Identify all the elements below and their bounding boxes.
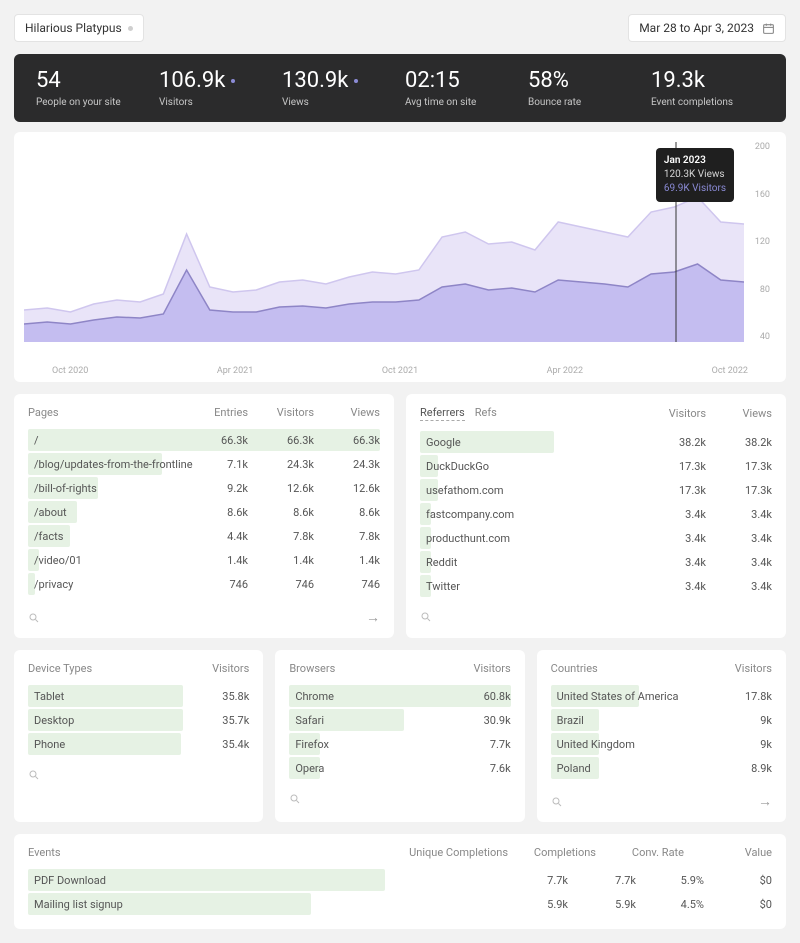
list-item[interactable]: /about8.6k8.6k8.6k: [28, 501, 380, 523]
search-icon[interactable]: [289, 793, 301, 805]
kpi-bounce[interactable]: 58% Bounce rate: [528, 68, 641, 108]
list-item[interactable]: /privacy746746746: [28, 573, 380, 595]
top-bar: Hilarious Platypus Mar 28 to Apr 3, 2023: [14, 14, 786, 42]
list-item[interactable]: /bill-of-rights9.2k12.6k12.6k: [28, 477, 380, 499]
browsers-panel: Browsers Visitors Chrome60.8kSafari30.9k…: [275, 650, 524, 822]
tab-refs[interactable]: Refs: [475, 406, 497, 421]
chart-x-axis: Oct 2020Apr 2021Oct 2021Apr 2022Oct 2022: [24, 362, 776, 376]
list-item[interactable]: /blog/updates-from-the-frontline7.1k24.3…: [28, 453, 380, 475]
search-icon[interactable]: [420, 611, 432, 623]
date-range-picker[interactable]: Mar 28 to Apr 3, 2023: [628, 14, 786, 42]
panel-title: Events: [28, 846, 61, 859]
dot-icon: [354, 79, 358, 83]
main-chart-card: 2001601208040 Jan 2023 120.3K Views 69.9…: [14, 132, 786, 382]
chart-tooltip: Jan 2023 120.3K Views 69.9K Visitors: [656, 148, 734, 202]
list-item[interactable]: DuckDuckGo17.3k17.3k: [420, 455, 772, 477]
panel-title: Countries: [551, 662, 598, 675]
list-item[interactable]: Desktop35.7k: [28, 709, 249, 731]
list-item[interactable]: Mailing list signup5.9k5.9k4.5%$0: [28, 893, 772, 915]
search-icon[interactable]: [28, 612, 40, 624]
events-panel: Events Unique CompletionsCompletionsConv…: [14, 834, 786, 929]
panel-title: Pages: [28, 406, 59, 419]
list-item[interactable]: United States of America17.8k: [551, 685, 772, 707]
kpi-events[interactable]: 19.3k Event completions: [651, 68, 764, 108]
list-item[interactable]: Twitter3.4k3.4k: [420, 575, 772, 597]
kpi-avg-time[interactable]: 02:15 Avg time on site: [405, 68, 518, 108]
countries-panel: Countries Visitors United States of Amer…: [537, 650, 786, 822]
list-item[interactable]: Firefox7.7k: [289, 733, 510, 755]
status-dot-icon: [128, 26, 133, 31]
list-item[interactable]: Phone35.4k: [28, 733, 249, 755]
calendar-icon: [762, 22, 775, 35]
list-item[interactable]: /66.3k66.3k66.3k: [28, 429, 380, 451]
list-item[interactable]: /facts4.4k7.8k7.8k: [28, 525, 380, 547]
tab-referrers[interactable]: Referrers: [420, 406, 465, 421]
list-item[interactable]: Brazil9k: [551, 709, 772, 731]
site-selector[interactable]: Hilarious Platypus: [14, 14, 144, 42]
panel-title: Device Types: [28, 662, 92, 675]
list-item[interactable]: fastcompany.com3.4k3.4k: [420, 503, 772, 525]
list-item[interactable]: Chrome60.8k: [289, 685, 510, 707]
kpi-views[interactable]: 130.9k Views: [282, 68, 395, 108]
list-item[interactable]: United Kingdom9k: [551, 733, 772, 755]
list-item[interactable]: Tablet35.8k: [28, 685, 249, 707]
search-icon[interactable]: [551, 796, 563, 808]
kpi-visitors[interactable]: 106.9k Visitors: [159, 68, 272, 108]
list-item[interactable]: Google38.2k38.2k: [420, 431, 772, 453]
date-range-text: Mar 28 to Apr 3, 2023: [639, 21, 754, 35]
list-item[interactable]: Safari30.9k: [289, 709, 510, 731]
traffic-chart[interactable]: [24, 142, 744, 342]
devices-panel: Device Types Visitors Tablet35.8kDesktop…: [14, 650, 263, 822]
list-item[interactable]: /video/011.4k1.4k1.4k: [28, 549, 380, 571]
search-icon[interactable]: [28, 769, 40, 781]
list-item[interactable]: Reddit3.4k3.4k: [420, 551, 772, 573]
arrow-right-icon[interactable]: →: [366, 609, 380, 626]
list-item[interactable]: Opera7.6k: [289, 757, 510, 779]
dot-icon: [231, 79, 235, 83]
referrers-panel: Referrers Refs VisitorsViews Google38.2k…: [406, 394, 786, 638]
list-item[interactable]: Poland8.9k: [551, 757, 772, 779]
list-item[interactable]: producthunt.com3.4k3.4k: [420, 527, 772, 549]
list-item[interactable]: usefathom.com17.3k17.3k: [420, 479, 772, 501]
arrow-right-icon[interactable]: →: [758, 793, 772, 810]
pages-panel: Pages EntriesVisitorsViews /66.3k66.3k66…: [14, 394, 394, 638]
site-name: Hilarious Platypus: [25, 21, 122, 35]
list-item[interactable]: PDF Download7.7k7.7k5.9%$0: [28, 869, 772, 891]
kpi-bar: 54 People on your site 106.9k Visitors 1…: [14, 54, 786, 122]
chart-y-axis: 2001601208040: [755, 142, 770, 342]
panel-title: Browsers: [289, 662, 335, 675]
kpi-people[interactable]: 54 People on your site: [36, 68, 149, 108]
